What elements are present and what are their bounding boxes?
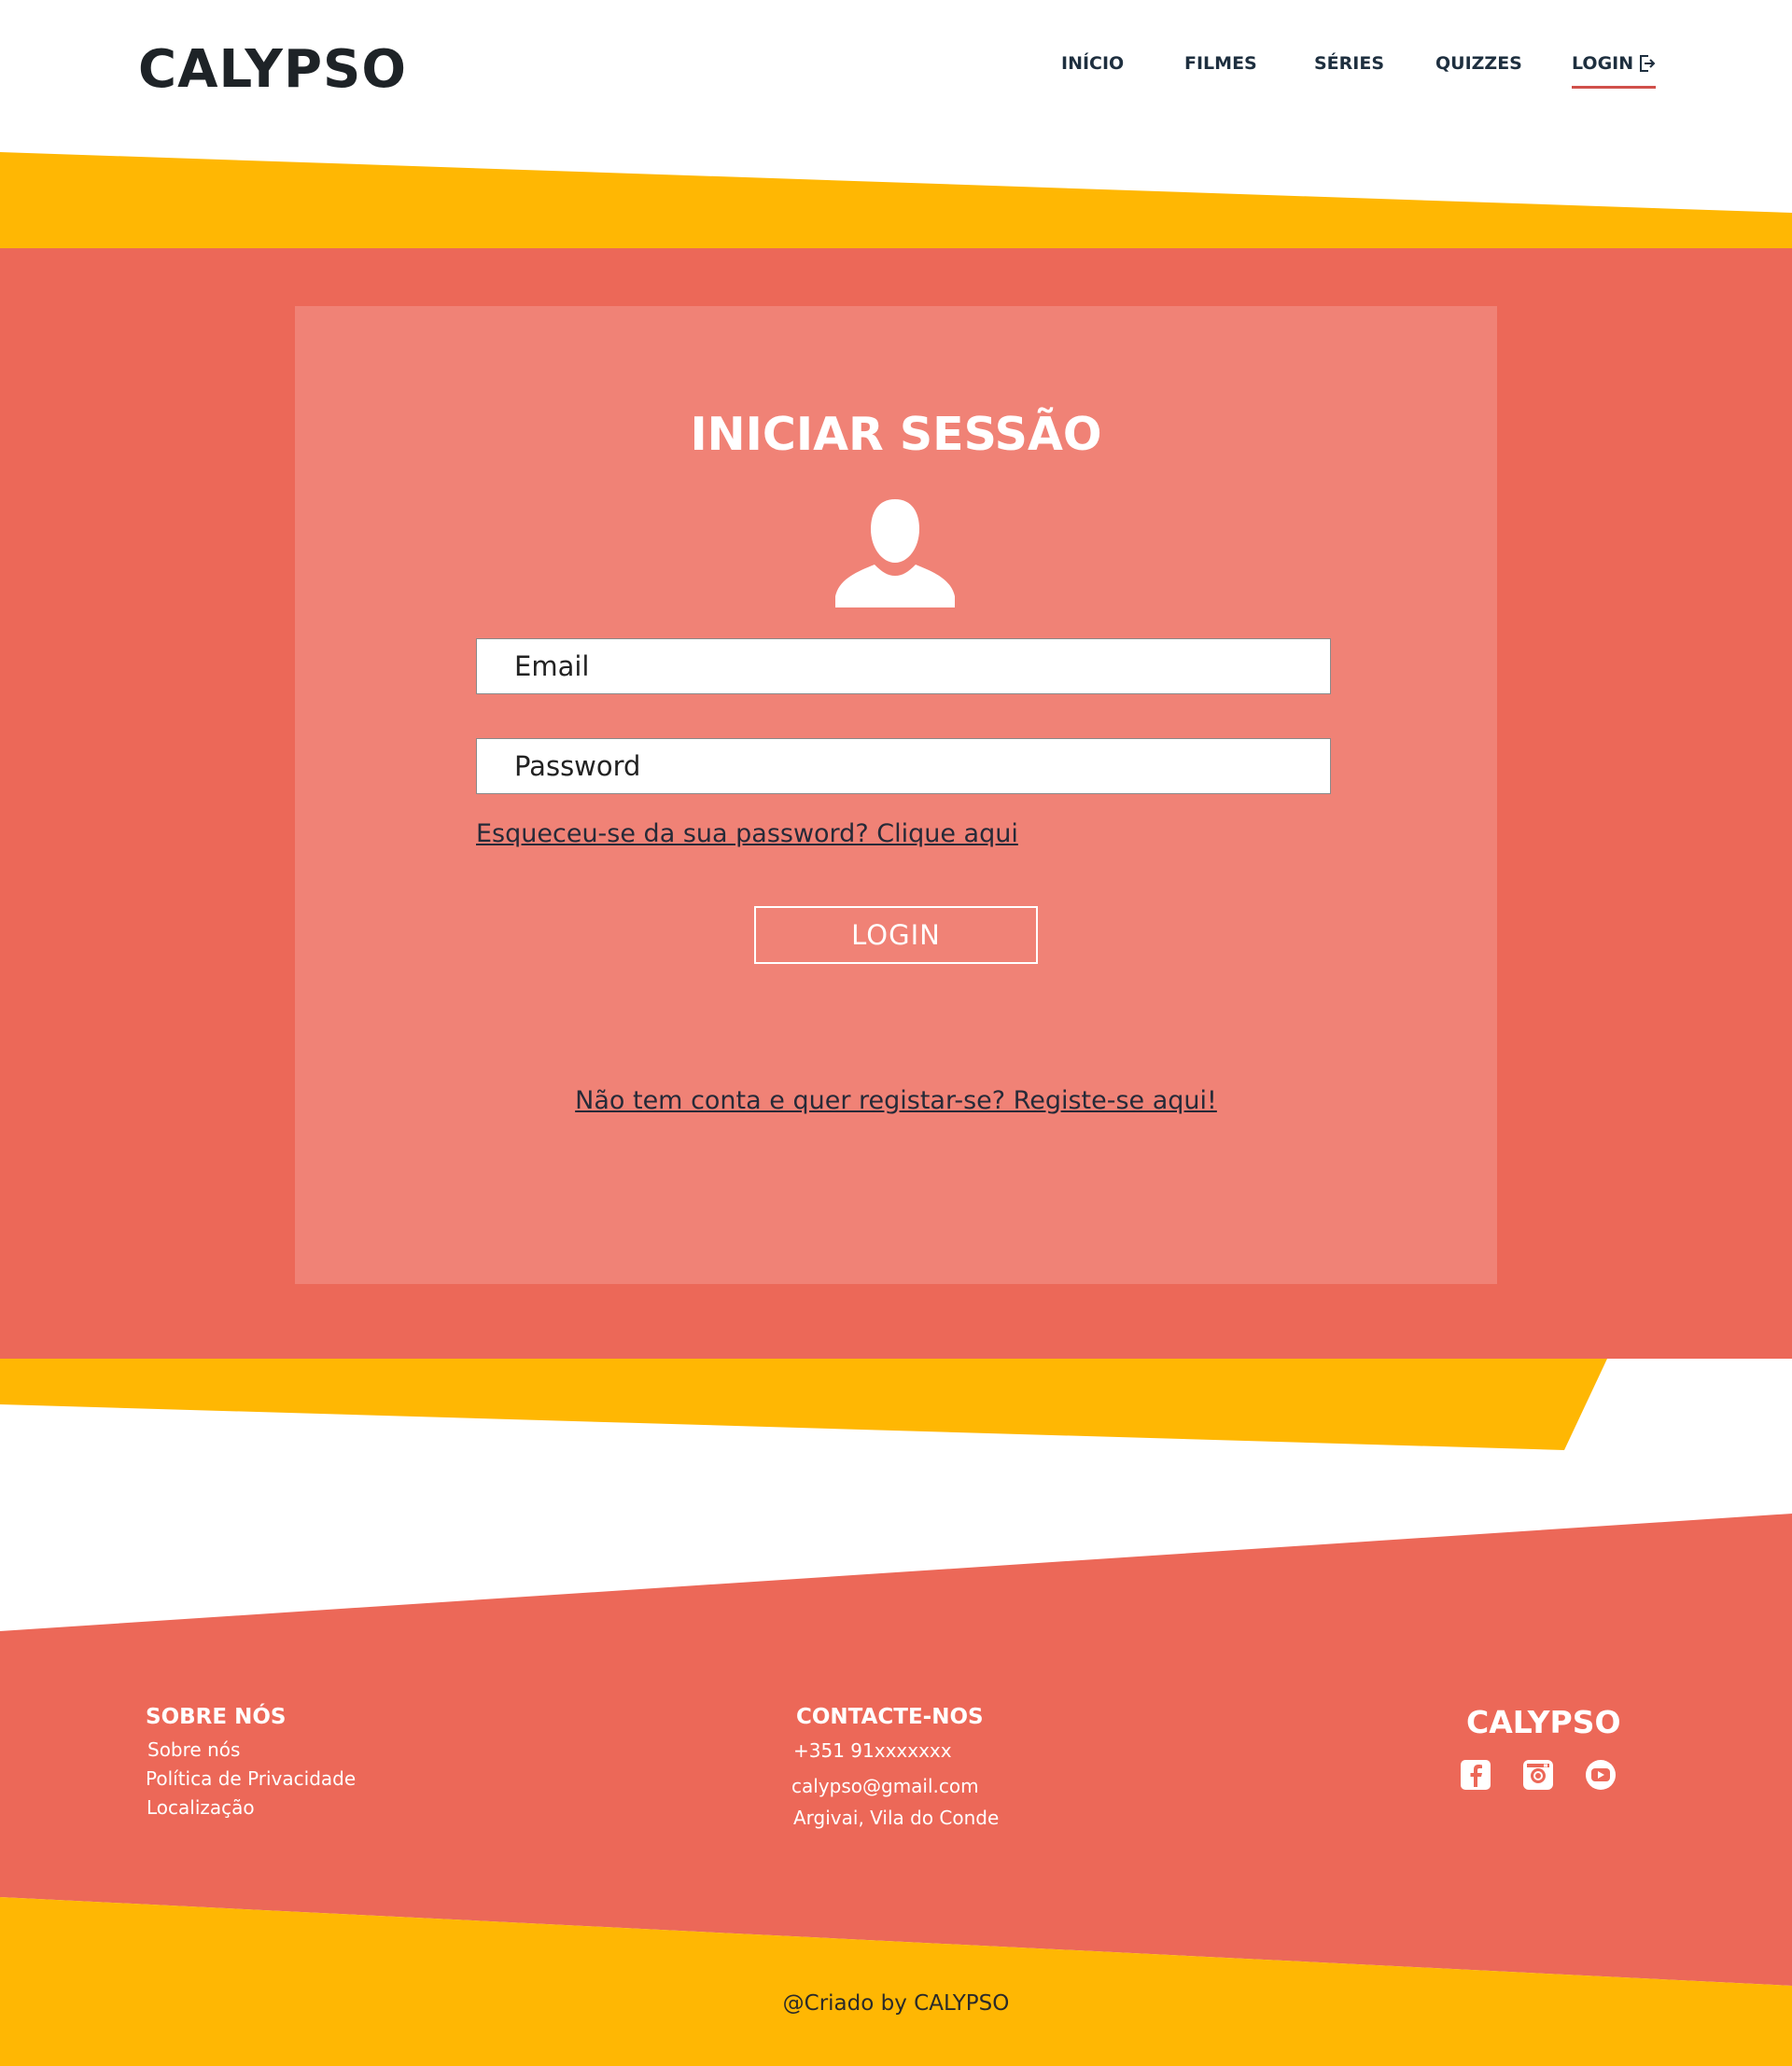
site-logo[interactable]: CALYPSO (138, 37, 407, 103)
footer-address: Argivai, Vila do Conde (793, 1807, 1000, 1829)
instagram-icon[interactable] (1522, 1759, 1554, 1791)
login-card: INICIAR SESSÃO Esqueceu-se da sua passwo… (295, 306, 1497, 1284)
footer-logo: CALYPSO (1466, 1704, 1621, 1740)
email-input[interactable] (476, 638, 1331, 694)
login-title: INICIAR SESSÃO (690, 408, 1102, 461)
nav-login[interactable]: LOGIN (1572, 52, 1657, 89)
nav-login-label: LOGIN (1572, 53, 1634, 74)
nav-series[interactable]: SÉRIES (1314, 52, 1384, 75)
footer-about-heading: SOBRE NÓS (146, 1705, 287, 1729)
user-icon (835, 499, 955, 607)
footer-email: calypso@gmail.com (791, 1775, 979, 1797)
facebook-icon[interactable] (1460, 1759, 1491, 1791)
footer-link-privacidade[interactable]: Política de Privacidade (146, 1766, 356, 1791)
footer-link-sobre[interactable]: Sobre nós (147, 1738, 240, 1762)
footer-link-localizacao[interactable]: Localização (147, 1795, 255, 1820)
nav-filmes[interactable]: FILMES (1184, 52, 1257, 75)
footer-contact-heading: CONTACTE-NOS (796, 1705, 984, 1729)
footer-phone: +351 91xxxxxxx (793, 1739, 952, 1762)
nav-inicio[interactable]: INÍCIO (1061, 52, 1124, 75)
password-input[interactable] (476, 738, 1331, 794)
register-link[interactable]: Não tem conta e quer registar-se? Regist… (295, 1086, 1497, 1115)
sign-in-icon (1640, 55, 1656, 72)
nav-quizzes[interactable]: QUIZZES (1435, 52, 1522, 75)
login-button[interactable]: LOGIN (754, 906, 1038, 964)
youtube-icon[interactable] (1585, 1759, 1617, 1791)
copyright-text: @Criado by CALYPSO (782, 1991, 1010, 2016)
forgot-password-link[interactable]: Esqueceu-se da sua password? Clique aqui (476, 819, 1018, 848)
